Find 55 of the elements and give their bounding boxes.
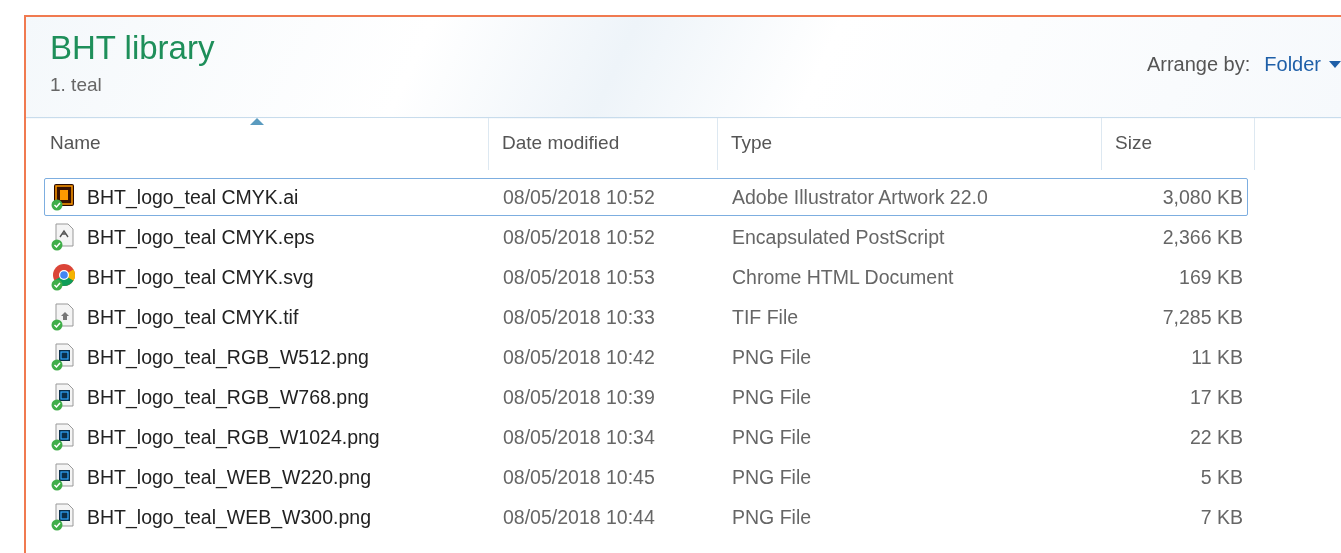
date-cell-text: 08/05/2018 10:39: [502, 385, 656, 409]
size-cell-text: 169 KB: [1178, 265, 1244, 289]
dropdown-caret-icon: [1329, 60, 1341, 69]
size-cell-text: 2,366 KB: [1161, 225, 1244, 249]
file-name: BHT_logo_teal_RGB_W1024.png: [87, 425, 380, 449]
file-row[interactable]: BHT_logo_teal CMYK.svg 08/05/2018 10:53 Chrome HTML Document 169 KB: [44, 258, 1248, 296]
file-name: BHT_logo_teal CMYK.tif: [87, 305, 299, 329]
type-cell-text: Chrome HTML Document: [731, 265, 955, 289]
file-name: BHT_logo_teal_WEB_W300.png: [87, 505, 371, 529]
sort-arrow-icon: [250, 118, 264, 125]
column-header[interactable]: Type: [718, 118, 1102, 170]
size-cell-text: 7,285 KB: [1161, 305, 1244, 329]
date-cell-text: 08/05/2018 10:44: [502, 505, 656, 529]
file-name: BHT_logo_teal CMYK.svg: [87, 265, 314, 289]
file-name: BHT_logo_teal_RGB_W768.png: [87, 385, 369, 409]
column-header[interactable]: Name: [26, 118, 489, 170]
date-cell-text: 08/05/2018 10:53: [502, 265, 656, 289]
arrange-dropdown[interactable]: Folder: [1264, 53, 1341, 76]
size-cell-text: 7 KB: [1199, 505, 1244, 529]
file-row[interactable]: BHT_logo_teal CMYK.ai 08/05/2018 10:52 Adobe Illustrator Artwork 22.0 3,080 KB: [44, 178, 1248, 216]
file-name: BHT_logo_teal CMYK.eps: [87, 225, 315, 249]
size-cell-text: 3,080 KB: [1161, 185, 1244, 209]
type-cell-text: TIF File: [731, 305, 800, 329]
file-name: BHT_logo_teal CMYK.ai: [87, 185, 299, 209]
file-row[interactable]: BHT_logo_teal_WEB_W300.png 08/05/2018 10:44 PNG File 7 KB: [44, 498, 1248, 536]
type-cell-text: Encapsulated PostScript: [731, 225, 946, 249]
arrange-label: Arrange by:: [1146, 53, 1251, 76]
size-cell-text: 5 KB: [1199, 465, 1244, 489]
file-name: BHT_logo_teal_WEB_W220.png: [87, 465, 371, 489]
file-row[interactable]: BHT_logo_teal_RGB_W768.png 08/05/2018 10:39 PNG File 17 KB: [44, 378, 1248, 416]
date-cell-text: 08/05/2018 10:42: [502, 345, 656, 369]
column-header[interactable]: Date modified: [489, 118, 718, 170]
date-cell-text: 08/05/2018 10:52: [502, 225, 656, 249]
column-header[interactable]: Size: [1102, 118, 1255, 170]
file-name: BHT_logo_teal_RGB_W512.png: [87, 345, 369, 369]
type-cell-text: PNG File: [731, 345, 813, 369]
date-cell-text: 08/05/2018 10:52: [502, 185, 656, 209]
size-cell-text: 11 KB: [1190, 345, 1244, 369]
size-cell-text: 17 KB: [1188, 385, 1244, 409]
folder-subtitle: 1. teal: [50, 73, 103, 97]
type-cell-text: Adobe Illustrator Artwork 22.0: [731, 185, 989, 209]
type-cell-text: PNG File: [731, 465, 813, 489]
date-cell-text: 08/05/2018 10:33: [502, 305, 656, 329]
file-row[interactable]: BHT_logo_teal CMYK.eps 08/05/2018 10:52 Encapsulated PostScript 2,366 KB: [44, 218, 1248, 256]
file-row[interactable]: BHT_logo_teal_RGB_W512.png 08/05/2018 10:42 PNG File 11 KB: [44, 338, 1248, 376]
date-cell-text: 08/05/2018 10:45: [502, 465, 656, 489]
file-row[interactable]: BHT_logo_teal_WEB_W220.png 08/05/2018 10:45 PNG File 5 KB: [44, 458, 1248, 496]
date-cell-text: 08/05/2018 10:34: [502, 425, 656, 449]
file-row[interactable]: BHT_logo_teal_RGB_W1024.png 08/05/2018 10:34 PNG File 22 KB: [44, 418, 1248, 456]
library-title: BHT library: [50, 28, 215, 68]
type-cell-text: PNG File: [731, 425, 813, 449]
type-cell-text: PNG File: [731, 505, 813, 529]
size-cell-text: 22 KB: [1188, 425, 1244, 449]
type-cell-text: PNG File: [731, 385, 813, 409]
file-row[interactable]: BHT_logo_teal CMYK.tif 08/05/2018 10:33 TIF File 7,285 KB: [44, 298, 1248, 336]
